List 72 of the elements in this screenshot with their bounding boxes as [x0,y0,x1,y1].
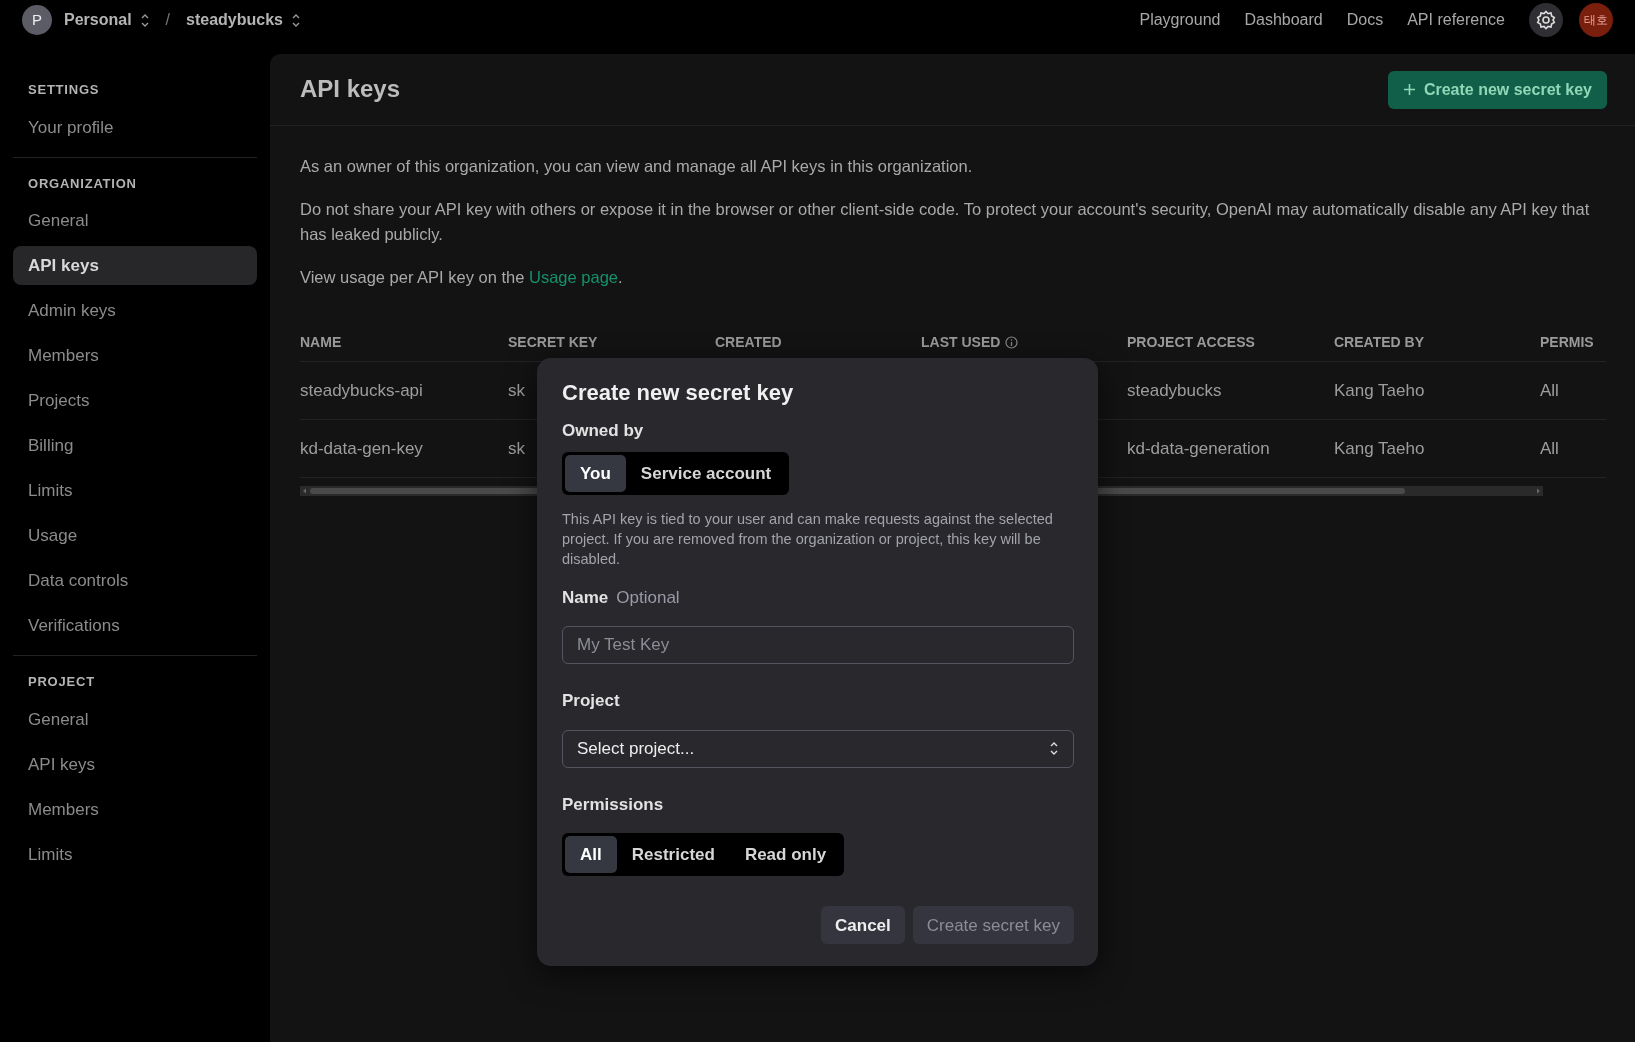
table-cell-text: steadybucks-api [300,379,423,402]
segment-option[interactable]: You [565,454,626,492]
sidebar-item[interactable]: Usage [13,516,257,555]
column-header: PERMIS [1540,333,1594,352]
column-header: PROJECT ACCESS [1127,333,1255,352]
nav-link[interactable]: Playground [1139,8,1221,32]
sidebar-item[interactable]: Members [13,336,257,375]
field-label: Owned by [562,420,645,443]
nav-link[interactable]: Dashboard [1244,8,1323,32]
field-label: Project [562,690,621,713]
org-avatar[interactable]: P [22,5,52,35]
segment-option[interactable]: Service account [625,454,787,492]
sidebar-item[interactable]: Admin keys [13,291,257,330]
updown-caret-icon [291,12,301,28]
segment-option[interactable]: Restricted [616,836,730,874]
org-name[interactable]: Personal [64,8,132,32]
updown-caret-icon [1049,741,1059,757]
dialog-button[interactable]: Cancel [821,906,905,945]
column-header: LAST USED [921,333,1001,352]
table-cell-text: Kang Taeho [1334,437,1425,460]
sidebar-item[interactable]: Billing [13,426,257,465]
field-label: Permissions [562,793,665,816]
column-header: CREATED BY [1334,333,1424,352]
table-cell-text: kd-data-gen-key [300,437,423,460]
section-heading: PROJECT [27,673,96,691]
project-select[interactable]: Select project... [562,729,1074,768]
section-heading: SETTINGS [27,81,101,99]
sidebar-item[interactable]: Projects [13,381,257,420]
optional-hint: Optional [616,586,680,609]
paragraph: View usage per API key on the Usage page. [300,267,624,288]
table-cell-text: kd-data-generation [1127,437,1270,460]
table-cell-text: sk [508,379,525,402]
sidebar-item[interactable]: Verifications [13,606,257,645]
sidebar-item[interactable]: General [13,699,257,739]
sidebar-item[interactable]: General [13,201,257,240]
settings-icon [1536,10,1556,30]
column-header: SECRET KEY [508,333,598,352]
breadcrumb-separator: / [165,10,171,30]
updown-caret-icon [139,12,150,28]
plus-icon [1402,83,1416,96]
user-avatar[interactable]: 태호 [1579,3,1613,37]
segment-option[interactable]: All [565,836,617,874]
paragraph: As an owner of this organization, you can view and manage all API keys in this organization. [300,156,974,177]
paragraph: Do not share your API key with others or expose it in the browser or other client-side code. To protect your account's security, OpenAI may automatically disable any API key that has leaked publicly. [300,199,1591,245]
dialog-title: Create new secret key [562,380,795,407]
sidebar-item[interactable]: API keys [13,744,257,784]
settings-button[interactable] [1529,3,1563,37]
sidebar-item[interactable]: API keys [13,246,257,285]
name-field[interactable]: My Test Key [562,626,1074,665]
column-header: CREATED [715,333,782,352]
nav-link[interactable]: API reference [1407,8,1505,32]
page-title: API keys [300,75,401,104]
sidebar-item[interactable]: Your profile [13,107,257,147]
sidebar-item[interactable]: Members [13,789,257,829]
create-key-button[interactable]: Create new secret key [1387,70,1607,109]
table-cell-text: Kang Taeho [1334,379,1425,402]
section-heading: ORGANIZATION [27,174,138,193]
table-cell-text: steadybucks [1127,379,1222,402]
sidebar-item[interactable]: Data controls [13,561,257,600]
project-name[interactable]: steadybucks [186,8,283,32]
table-cell-text: sk [508,437,525,460]
table-cell-text: All [1540,379,1559,402]
table-cell-text: All [1540,437,1559,460]
column-header: NAME [300,333,342,352]
description-text: This API key is tied to your user and can make requests against the selected project. If you are removed from the organization or project, this key will be disabled. [562,509,1054,569]
segment-option[interactable]: Read only [729,836,842,874]
usage-link[interactable]: Usage page [529,268,618,286]
info-icon [1005,336,1019,349]
nav-link[interactable]: Docs [1346,8,1384,32]
sidebar-item[interactable]: Limits [13,471,257,510]
sidebar-item[interactable]: Limits [13,834,257,874]
field-label: Name [562,586,609,609]
